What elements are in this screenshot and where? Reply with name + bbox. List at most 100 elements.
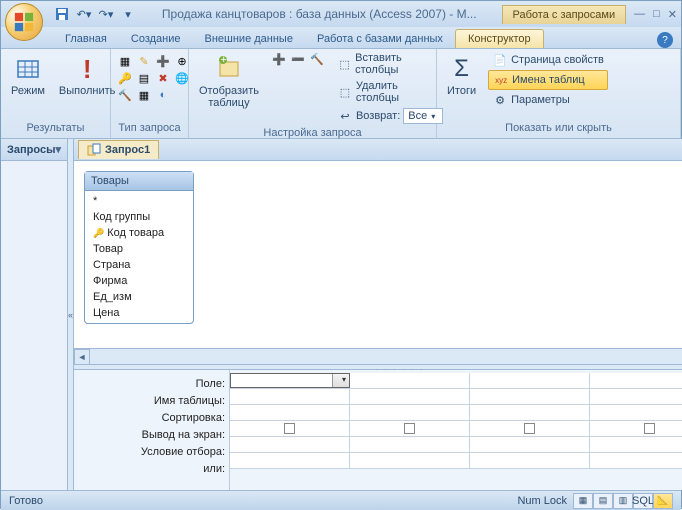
quick-access-toolbar: ↶▾ ↷▾ ▾	[53, 5, 137, 23]
builder2-icon[interactable]: 🔨	[309, 51, 325, 67]
checkbox[interactable]	[404, 423, 415, 434]
view-label: Режим	[11, 85, 45, 97]
main-area: Запрос1 ✕ Товары *Код группы🔑Код товараТ…	[74, 139, 682, 490]
sort-cell[interactable]	[470, 405, 590, 420]
sort-cell[interactable]	[590, 405, 682, 420]
doc-tab-query1[interactable]: Запрос1	[78, 140, 159, 159]
exclaim-icon: !	[73, 55, 101, 83]
status-ready: Готово	[9, 495, 43, 507]
maximize-button[interactable]: □	[653, 8, 660, 21]
qbe-label: Сортировка:	[162, 410, 225, 426]
table-names-button[interactable]: xyzИмена таблиц	[488, 70, 608, 90]
minimize-button[interactable]: —	[634, 8, 645, 21]
field-item[interactable]: Фирма	[89, 273, 189, 289]
field-label: Код товара	[107, 227, 164, 239]
tables-hscroll[interactable]: ◄►	[74, 348, 682, 364]
criteria-cell[interactable]	[590, 437, 682, 452]
checkbox[interactable]	[524, 423, 535, 434]
append-icon[interactable]: ➕	[155, 53, 171, 69]
criteria-cell[interactable]	[470, 437, 590, 452]
property-sheet-button[interactable]: 📄Страница свойств	[488, 51, 608, 69]
view-datasheet-button[interactable]: ▦	[573, 493, 593, 509]
or-cell[interactable]	[590, 453, 682, 468]
field-label: Ед_изм	[93, 291, 132, 303]
or-cell[interactable]	[230, 453, 350, 468]
table-box[interactable]: Товары *Код группы🔑Код товараТоварСтрана…	[84, 171, 194, 324]
criteria-cell[interactable]	[350, 437, 470, 452]
xyz-icon: xyz	[493, 72, 509, 88]
delete-icon[interactable]: ✖	[155, 70, 171, 86]
sort-cell[interactable]	[230, 405, 350, 420]
qat-dropdown-icon[interactable]: ▾	[119, 5, 137, 23]
passthrough-icon[interactable]: 🌐	[174, 70, 190, 86]
checkbox[interactable]	[644, 423, 655, 434]
field-cell[interactable]	[230, 373, 350, 388]
workspace: Запросы ▾ « Запрос1 ✕ Товары *Код группы…	[1, 139, 681, 490]
tab-create[interactable]: Создание	[119, 30, 193, 48]
query-designer: Товары *Код группы🔑Код товараТоварСтрана…	[74, 161, 682, 490]
field-cell[interactable]	[590, 373, 682, 388]
totals-button[interactable]: Σ Итоги	[441, 51, 482, 101]
qbe-label: Поле:	[196, 376, 225, 392]
delete-cols-button[interactable]: ⬚Удалить столбцы	[333, 79, 447, 105]
builder-icon[interactable]: 🔨	[117, 87, 133, 103]
ddl-icon[interactable]: ▦	[136, 87, 152, 103]
close-button[interactable]: ✕	[668, 8, 677, 21]
tables-area[interactable]: Товары *Код группы🔑Код товараТоварСтрана…	[74, 161, 682, 348]
nav-header[interactable]: Запросы ▾	[1, 139, 67, 161]
sigma-icon: Σ	[448, 55, 476, 83]
show-cell[interactable]	[230, 421, 350, 436]
field-item[interactable]: Товар	[89, 241, 189, 257]
or-cell[interactable]	[470, 453, 590, 468]
parameters-button[interactable]: ⚙Параметры	[488, 91, 608, 109]
tab-design[interactable]: Конструктор	[455, 29, 544, 48]
delete-row-icon[interactable]: ➖	[290, 51, 306, 67]
tab-dbtools[interactable]: Работа с базами данных	[305, 30, 455, 48]
field-cell[interactable]	[470, 373, 590, 388]
field-item[interactable]: Цена	[89, 305, 189, 321]
save-icon[interactable]	[53, 5, 71, 23]
view-pivot-button[interactable]: ▤	[593, 493, 613, 509]
field-item[interactable]: 🔑Код товара	[89, 225, 189, 241]
update-icon[interactable]: 🔑	[117, 70, 133, 86]
field-label: Код группы	[93, 211, 150, 223]
qt-icon[interactable]: ◐	[155, 87, 171, 103]
show-table-button[interactable]: + Отобразить таблицу	[193, 51, 265, 113]
field-label: Цена	[93, 307, 119, 319]
scroll-left-icon[interactable]: ◄	[74, 349, 90, 365]
undo-icon[interactable]: ↶▾	[75, 5, 93, 23]
select-icon[interactable]: ▦	[117, 53, 133, 69]
table-cell[interactable]	[230, 389, 350, 404]
view-sql-button[interactable]: SQL	[633, 493, 653, 509]
field-item[interactable]: Ед_изм	[89, 289, 189, 305]
table-cell[interactable]	[470, 389, 590, 404]
field-item[interactable]: Страна	[89, 257, 189, 273]
field-item[interactable]: Код группы	[89, 209, 189, 225]
insert-row-icon[interactable]: ➕	[271, 51, 287, 67]
table-cell[interactable]	[590, 389, 682, 404]
insert-cols-button[interactable]: ⬚Вставить столбцы	[333, 51, 447, 77]
office-button[interactable]	[5, 3, 43, 41]
union-icon[interactable]: ⊕	[174, 53, 190, 69]
criteria-cell[interactable]	[230, 437, 350, 452]
crosstab-icon[interactable]: ▤	[136, 70, 152, 86]
sort-cell[interactable]	[350, 405, 470, 420]
tab-external[interactable]: Внешние данные	[193, 30, 305, 48]
view-switcher: ▦ ▤ ▥ SQL 📐	[573, 493, 673, 509]
view-button[interactable]: Режим	[5, 51, 51, 101]
tab-home[interactable]: Главная	[53, 30, 119, 48]
view-design-button[interactable]: 📐	[653, 493, 673, 509]
view-chart-button[interactable]: ▥	[613, 493, 633, 509]
make-table-icon[interactable]: ✎	[136, 53, 152, 69]
field-cell[interactable]	[350, 373, 470, 388]
or-cell[interactable]	[350, 453, 470, 468]
show-cell[interactable]	[470, 421, 590, 436]
show-cell[interactable]	[590, 421, 682, 436]
show-cell[interactable]	[350, 421, 470, 436]
redo-icon[interactable]: ↷▾	[97, 5, 115, 23]
field-item[interactable]: *	[89, 193, 189, 209]
checkbox[interactable]	[284, 423, 295, 434]
help-button[interactable]: ?	[657, 32, 673, 48]
table-cell[interactable]	[350, 389, 470, 404]
params-label: Параметры	[511, 94, 570, 106]
